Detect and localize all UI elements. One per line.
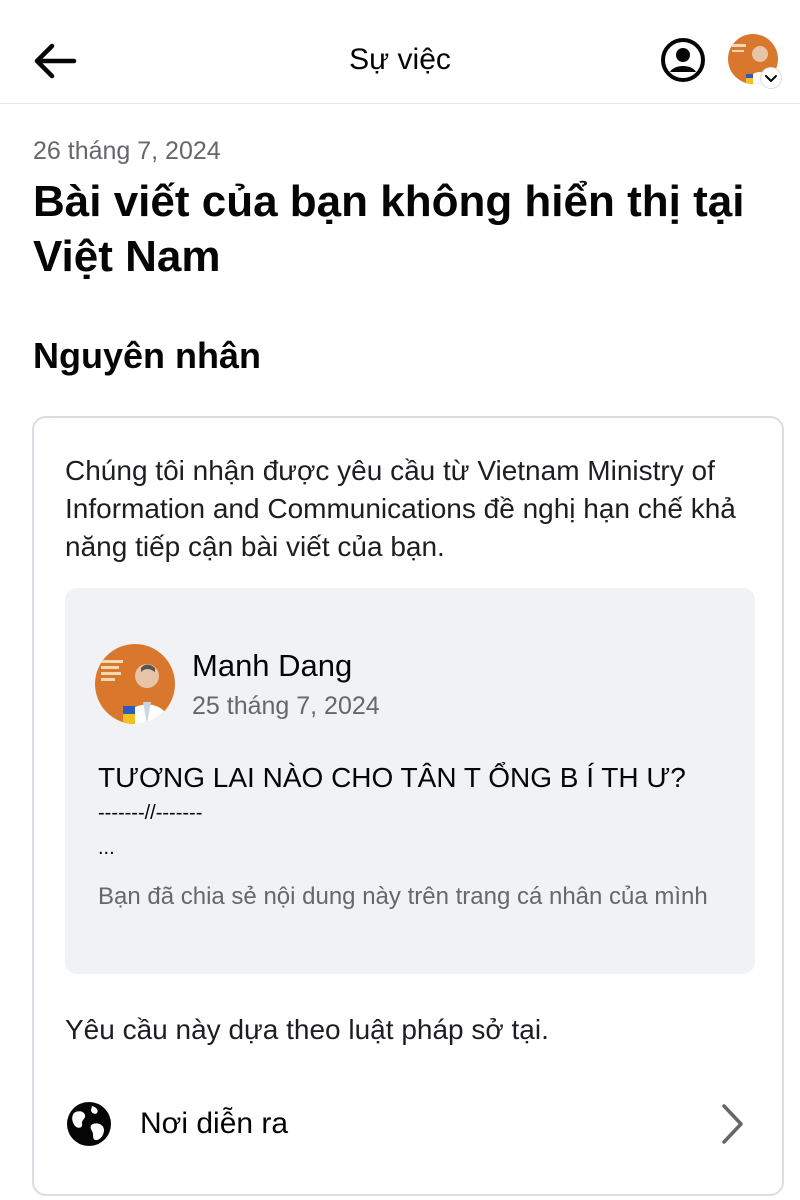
top-bar: Sự việc — [0, 0, 800, 104]
chevron-down-icon — [765, 75, 777, 82]
user-circle-icon — [661, 38, 705, 82]
post-shared-note: Bạn đã chia sẻ nội dung này trên trang c… — [98, 883, 708, 910]
event-headline: Bài viết của bạn không hiển thị tại Việt… — [33, 177, 745, 281]
reason-card: Chúng tôi nhận được yêu cầu từ Vietnam M… — [32, 416, 784, 1196]
post-date: 25 tháng 7, 2024 — [192, 692, 380, 720]
post-author-avatar — [95, 644, 175, 724]
law-note: Yêu cầu này dựa theo luật pháp sở tại. — [65, 1014, 549, 1045]
location-label: Nơi diễn ra — [140, 1107, 289, 1140]
post-separator: -------//------- — [98, 802, 203, 824]
profile-button[interactable] — [660, 37, 706, 83]
reason-description: Chúng tôi nhận được yêu cầu từ Vietnam M… — [65, 455, 736, 562]
post-author-name[interactable]: Manh Dang — [192, 646, 352, 686]
chevron-right-icon — [722, 1104, 743, 1144]
event-date: 26 tháng 7, 2024 — [33, 137, 221, 165]
account-avatar-menu[interactable] — [728, 34, 781, 88]
post-preview[interactable]: Manh Dang 25 tháng 7, 2024 TƯƠNG LAI NÀO… — [65, 588, 755, 974]
globe-icon — [67, 1102, 111, 1146]
post-headline: TƯƠNG LAI NÀO CHO TÂN T ỔNG B Í TH Ư? — [98, 762, 686, 793]
reason-section-title: Nguyên nhân — [33, 335, 262, 376]
post-ellipsis: ... — [98, 837, 115, 859]
avatar-chevron — [761, 68, 781, 88]
location-row[interactable]: Nơi diễn ra — [34, 1080, 782, 1166]
